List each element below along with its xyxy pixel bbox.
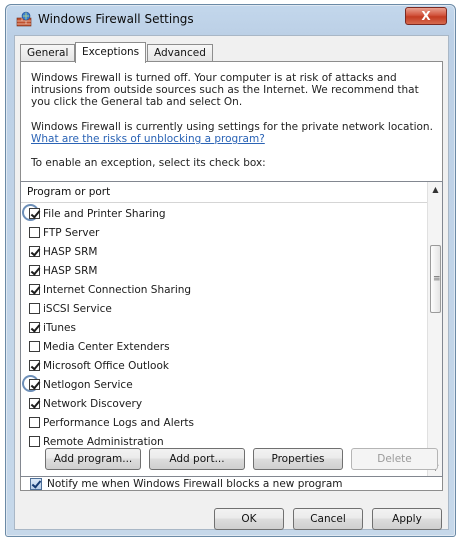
program-list[interactable]: Program or port File and Printer Sharing… bbox=[20, 181, 443, 477]
list-item[interactable]: Network Discovery bbox=[21, 394, 428, 413]
exception-checkbox[interactable] bbox=[29, 208, 40, 219]
exception-checkbox[interactable] bbox=[29, 417, 40, 428]
window-title: Windows Firewall Settings bbox=[38, 12, 194, 26]
exception-checkbox[interactable] bbox=[29, 246, 40, 257]
scroll-thumb[interactable]: ≡ bbox=[430, 245, 441, 313]
exception-label: Remote Administration bbox=[43, 435, 164, 448]
add-port-button[interactable]: Add port... bbox=[149, 448, 245, 470]
exception-label: HASP SRM bbox=[43, 264, 98, 277]
exception-checkbox[interactable] bbox=[29, 303, 40, 314]
list-item[interactable]: File and Printer Sharing bbox=[21, 204, 428, 223]
exception-checkbox[interactable] bbox=[29, 360, 40, 371]
exception-label: iTunes bbox=[43, 321, 76, 334]
exception-label: Microsoft Office Outlook bbox=[43, 359, 169, 372]
exception-checkbox[interactable] bbox=[29, 379, 40, 390]
exception-label: Performance Logs and Alerts bbox=[43, 416, 194, 429]
exception-label: Network Discovery bbox=[43, 397, 143, 410]
exception-label: HASP SRM bbox=[43, 245, 98, 258]
firewall-settings-window: Windows Firewall Settings X General Exce… bbox=[5, 4, 456, 537]
tab-general[interactable]: General bbox=[20, 44, 76, 62]
exception-checkbox[interactable] bbox=[29, 227, 40, 238]
firewall-icon bbox=[16, 11, 32, 27]
list-item[interactable]: Performance Logs and Alerts bbox=[21, 413, 428, 432]
list-column-header[interactable]: Program or port bbox=[21, 182, 428, 203]
exception-label: Media Center Extenders bbox=[43, 340, 170, 353]
exception-label: iSCSI Service bbox=[43, 302, 112, 315]
exception-checkbox[interactable] bbox=[29, 398, 40, 409]
exception-checkbox[interactable] bbox=[29, 322, 40, 333]
list-item[interactable]: Netlogon Service bbox=[21, 375, 428, 394]
title-bar[interactable]: Windows Firewall Settings X bbox=[6, 5, 455, 33]
close-button[interactable]: X bbox=[405, 7, 447, 25]
list-item[interactable]: HASP SRM bbox=[21, 242, 428, 261]
dialog-client-area: General Exceptions Advanced Windows Fire… bbox=[14, 35, 449, 530]
notify-option[interactable]: Notify me when Windows Firewall blocks a… bbox=[30, 478, 343, 490]
exception-checkbox[interactable] bbox=[29, 284, 40, 295]
list-item[interactable]: Microsoft Office Outlook bbox=[21, 356, 428, 375]
notify-label: Notify me when Windows Firewall blocks a… bbox=[47, 478, 343, 490]
risks-link[interactable]: What are the risks of unblocking a progr… bbox=[31, 133, 433, 145]
exception-checkbox[interactable] bbox=[29, 341, 40, 352]
tab-advanced[interactable]: Advanced bbox=[147, 44, 213, 62]
list-item[interactable]: FTP Server bbox=[21, 223, 428, 242]
list-item[interactable]: iSCSI Service bbox=[21, 299, 428, 318]
list-items: File and Printer Sharing FTP Server HASP S… bbox=[21, 204, 428, 451]
notify-checkbox[interactable] bbox=[30, 478, 42, 490]
exception-label: Netlogon Service bbox=[43, 378, 133, 391]
firewall-off-warning: Windows Firewall is turned off. Your com… bbox=[31, 72, 419, 108]
list-scrollbar[interactable]: ▲ ≡ ▼ bbox=[427, 182, 442, 476]
network-location-text: Windows Firewall is currently using sett… bbox=[31, 121, 433, 133]
exception-instruction: To enable an exception, select its check… bbox=[31, 157, 266, 169]
list-item[interactable]: Internet Connection Sharing bbox=[21, 280, 428, 299]
apply-button[interactable]: Apply bbox=[372, 508, 442, 530]
tab-exceptions[interactable]: Exceptions bbox=[75, 42, 147, 63]
ok-button[interactable]: OK bbox=[214, 508, 284, 530]
cancel-button[interactable]: Cancel bbox=[293, 508, 363, 530]
properties-button[interactable]: Properties bbox=[253, 448, 343, 470]
list-item[interactable]: HASP SRM bbox=[21, 261, 428, 280]
exception-label: FTP Server bbox=[43, 226, 100, 239]
delete-button[interactable]: Delete bbox=[351, 448, 438, 470]
exception-label: Internet Connection Sharing bbox=[43, 283, 192, 296]
exceptions-panel: Windows Firewall is turned off. Your com… bbox=[20, 61, 443, 491]
exception-label: File and Printer Sharing bbox=[43, 207, 166, 220]
scroll-up-arrow-icon[interactable]: ▲ bbox=[428, 182, 442, 198]
list-item[interactable]: iTunes bbox=[21, 318, 428, 337]
scroll-grip-icon: ≡ bbox=[433, 274, 441, 284]
exception-checkbox[interactable] bbox=[29, 436, 40, 447]
list-item[interactable]: Media Center Extenders bbox=[21, 337, 428, 356]
add-program-button[interactable]: Add program... bbox=[45, 448, 141, 470]
exception-checkbox[interactable] bbox=[29, 265, 40, 276]
